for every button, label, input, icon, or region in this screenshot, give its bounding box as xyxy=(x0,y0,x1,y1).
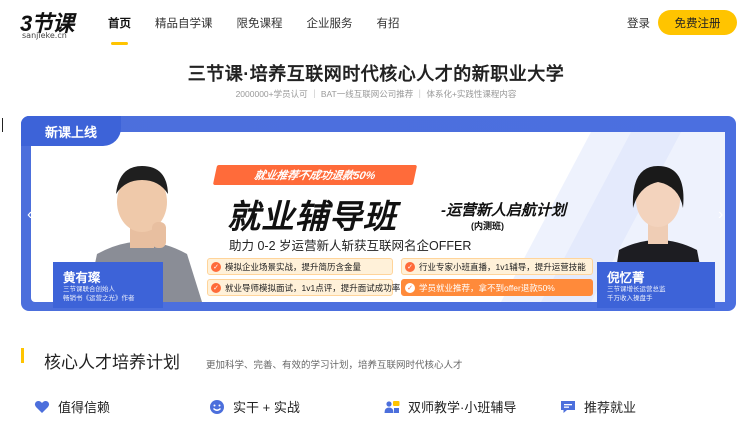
banner-carousel[interactable]: 黄有璨 三节课联合创始人 畅销书《运营之光》作者 倪忆菁 三节课增长运营总监 千… xyxy=(21,116,736,311)
logo[interactable]: 3节课 sanjieke.cn xyxy=(20,6,82,40)
main-nav: 首页 精品自学课 限免课程 企业服务 有招 xyxy=(108,15,424,45)
banner-heading: 就业辅导班 xyxy=(227,198,397,235)
feature-job-recommend: 推荐就业 xyxy=(560,397,636,416)
carousel-next-arrow[interactable]: › xyxy=(718,206,723,224)
banner-feature: ✓ 行业专家小班直播，1v1辅导，提升运营技能 xyxy=(401,258,593,275)
nav-item-premium-courses[interactable]: 精品自学课 xyxy=(155,15,213,31)
banner-feature: ✓ 就业导师模拟面试，1v1点评，提升面试成功率 xyxy=(207,279,400,296)
chat-icon xyxy=(560,399,576,415)
feature-label: 值得信赖 xyxy=(58,400,111,415)
left-person-name: 黄有璨 xyxy=(63,271,101,285)
right-person-desc: 三节课增长运营总监 千万收入操盘手 xyxy=(607,285,666,303)
banner-feature-highlight: ✓ 学员就业推荐，拿不到offer退款50% xyxy=(401,279,593,296)
banner-feature-text: 学员就业推荐，拿不到offer退款50% xyxy=(419,282,555,293)
register-button[interactable]: 免费注册 xyxy=(658,10,737,35)
heart-icon xyxy=(34,399,50,415)
check-icon: ✓ xyxy=(211,282,221,293)
nav-item-recruit[interactable]: 有招 xyxy=(377,15,400,31)
smile-icon xyxy=(209,399,225,415)
header: 3节课 sanjieke.cn 首页 精品自学课 限免课程 企业服务 有招 登录… xyxy=(0,0,752,46)
right-person-desc-line2: 千万收入操盘手 xyxy=(607,295,653,302)
banner-feature: ✓ 模拟企业场景实战，提升简历含金量 xyxy=(207,258,393,275)
left-person-card: 黄有璨 三节课联合创始人 畅销书《运营之光》作者 xyxy=(53,262,163,308)
text-cursor xyxy=(2,118,3,132)
right-person-name: 倪忆菁 xyxy=(607,271,645,285)
banner-feature-text: 行业专家小班直播，1v1辅导，提升运营技能 xyxy=(419,261,586,272)
carousel-prev-arrow[interactable]: ‹ xyxy=(27,206,32,224)
section-accent-bar xyxy=(21,348,24,363)
feature-practice: 实干 + 实战 xyxy=(209,397,300,416)
section-title: 核心人才培养计划 xyxy=(44,353,180,372)
right-person-desc-line1: 三节课增长运营总监 xyxy=(607,286,666,293)
left-person-desc-line1: 三节课联合创始人 xyxy=(63,286,115,293)
nav-item-enterprise[interactable]: 企业服务 xyxy=(307,15,353,31)
feature-label: 实干 + 实战 xyxy=(233,400,300,415)
login-link[interactable]: 登录 xyxy=(627,15,650,31)
banner-heading-note: (内测班) xyxy=(471,221,504,231)
check-icon: ✓ xyxy=(405,261,415,272)
nav-item-home[interactable]: 首页 xyxy=(108,15,131,45)
banner-heading-suffix: -运营新人启航计划 xyxy=(441,202,566,219)
refund-ribbon: 就业推荐不成功退款50% xyxy=(212,165,418,185)
teachers-icon xyxy=(384,399,400,415)
page-subtitle: 2000000+学员认可 ｜ BAT一线互联网公司推荐 ｜ 体系化+实践性课程内… xyxy=(235,89,517,99)
banner-card: 黄有璨 三节课联合创始人 畅销书《运营之光》作者 倪忆菁 三节课增长运营总监 千… xyxy=(31,132,725,308)
banner-feature-text: 模拟企业场景实战，提升简历含金量 xyxy=(225,261,362,272)
feature-label: 推荐就业 xyxy=(584,400,637,415)
nav-item-free-courses[interactable]: 限免课程 xyxy=(237,15,283,31)
section-description: 更加科学、完善、有效的学习计划，培养互联网时代核心人才 xyxy=(206,360,463,371)
logo-domain: sanjieke.cn xyxy=(22,31,67,40)
right-person-card: 倪忆菁 三节课增长运营总监 千万收入操盘手 xyxy=(597,262,715,308)
feature-dual-teachers: 双师教学·小班辅导 xyxy=(384,397,516,416)
check-icon: ✓ xyxy=(405,282,415,293)
left-person-desc-line2: 畅销书《运营之光》作者 xyxy=(63,295,135,302)
check-icon: ✓ xyxy=(211,261,221,272)
left-person-desc: 三节课联合创始人 畅销书《运营之光》作者 xyxy=(63,285,135,303)
feature-trusted: 值得信赖 xyxy=(34,397,110,416)
feature-label: 双师教学·小班辅导 xyxy=(408,400,517,415)
banner-tagline: 助力 0-2 岁运营新人斩获互联网名企OFFER xyxy=(229,239,472,253)
page-title: 三节课·培养互联网时代核心人才的新职业大学 xyxy=(187,64,565,84)
new-course-tag: 新课上线 xyxy=(21,116,121,146)
banner-feature-text: 就业导师模拟面试，1v1点评，提升面试成功率 xyxy=(225,282,401,293)
